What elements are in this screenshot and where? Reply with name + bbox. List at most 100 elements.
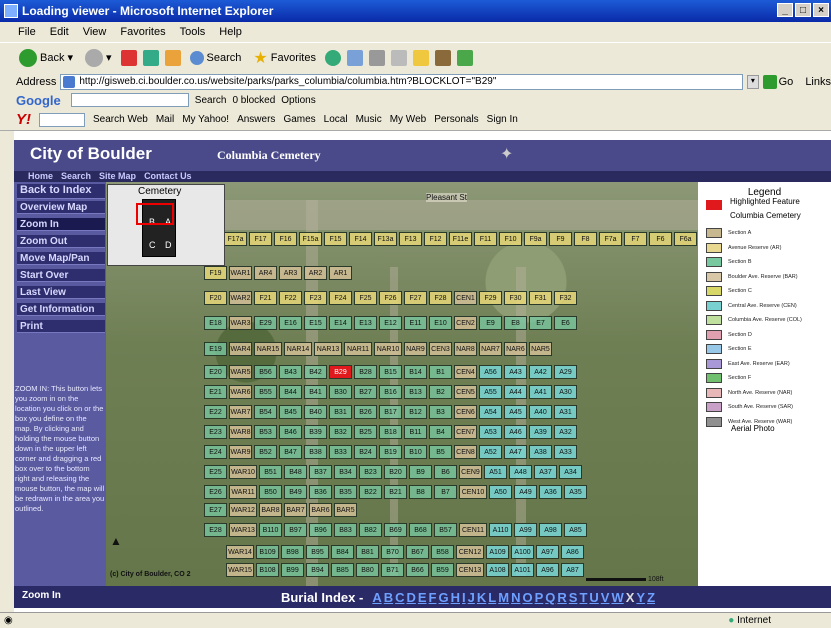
plot-b96[interactable]: B96	[309, 523, 332, 537]
plot-cen7[interactable]: CEN7	[454, 425, 477, 439]
plot-f7a[interactable]: F7a	[599, 232, 622, 246]
plot-cen10[interactable]: CEN10	[459, 485, 487, 499]
plot-cen5[interactable]: CEN5	[454, 385, 477, 399]
plot-a100[interactable]: A100	[511, 545, 534, 559]
plot-b39[interactable]: B39	[304, 425, 327, 439]
plot-b11[interactable]: B11	[404, 425, 427, 439]
plot-a41[interactable]: A41	[529, 385, 552, 399]
links-button[interactable]: Links	[805, 76, 831, 88]
plot-a34[interactable]: A34	[559, 465, 582, 479]
plot-nar10[interactable]: NAR10	[374, 342, 402, 356]
plot-b31[interactable]: B31	[329, 405, 352, 419]
plot-b98[interactable]: B98	[281, 545, 304, 559]
plot-b84[interactable]: B84	[331, 545, 354, 559]
plot-ar4[interactable]: AR4	[254, 266, 277, 280]
plot-b44[interactable]: B44	[279, 385, 302, 399]
plot-b109[interactable]: B109	[256, 545, 279, 559]
plot-b94[interactable]: B94	[306, 563, 329, 577]
plot-cen6[interactable]: CEN6	[454, 405, 477, 419]
plot-f26[interactable]: F26	[379, 291, 402, 305]
home-icon[interactable]	[164, 49, 181, 66]
plot-b41[interactable]: B41	[304, 385, 327, 399]
plot-e24[interactable]: E24	[204, 445, 227, 459]
plot-e26[interactable]: E26	[204, 485, 227, 499]
plot-b35[interactable]: B35	[334, 485, 357, 499]
plot-a96[interactable]: A96	[536, 563, 559, 577]
plot-f24[interactable]: F24	[329, 291, 352, 305]
back-button[interactable]: Back ▾	[16, 47, 76, 69]
plot-e6[interactable]: E6	[554, 316, 577, 330]
print-button[interactable]: Print	[17, 320, 105, 333]
plot-a55[interactable]: A55	[479, 385, 502, 399]
yahoo-logo[interactable]: Y!	[16, 111, 31, 128]
plot-b17[interactable]: B17	[379, 405, 402, 419]
plot-e20[interactable]: E20	[204, 365, 227, 379]
plot-b46[interactable]: B46	[279, 425, 302, 439]
plot-a53[interactable]: A53	[479, 425, 502, 439]
plot-nar7[interactable]: NAR7	[479, 342, 502, 356]
plot-b42[interactable]: B42	[304, 365, 327, 379]
menu-favorites[interactable]: Favorites	[120, 26, 165, 38]
plot-f19[interactable]: F19	[204, 266, 227, 280]
yahoo-sign-in[interactable]: Sign In	[487, 114, 518, 125]
plot-b97[interactable]: B97	[284, 523, 307, 537]
plot-a109[interactable]: A109	[486, 545, 509, 559]
plot-war6[interactable]: WAR6	[229, 385, 252, 399]
plot-war14[interactable]: WAR14	[226, 545, 254, 559]
research-icon[interactable]	[434, 49, 451, 66]
plot-f20[interactable]: F20	[204, 291, 227, 305]
media-icon[interactable]	[324, 49, 341, 66]
plot-b56[interactable]: B56	[254, 365, 277, 379]
plot-nar5[interactable]: NAR5	[529, 342, 552, 356]
plot-b38[interactable]: B38	[304, 445, 327, 459]
plot-b50[interactable]: B50	[259, 485, 282, 499]
plot-f6a[interactable]: F6a	[674, 232, 697, 246]
plot-b25[interactable]: B25	[354, 425, 377, 439]
plot-ar1[interactable]: AR1	[329, 266, 352, 280]
plot-a37[interactable]: A37	[534, 465, 557, 479]
plot-a108[interactable]: A108	[486, 563, 509, 577]
plot-war5[interactable]: WAR5	[229, 365, 252, 379]
plot-e18[interactable]: E18	[204, 316, 227, 330]
plot-f8[interactable]: F8	[574, 232, 597, 246]
plot-nar6[interactable]: NAR6	[504, 342, 527, 356]
plot-war2[interactable]: WAR2	[229, 291, 252, 305]
plot-cen13[interactable]: CEN13	[456, 563, 484, 577]
nav-contact-us[interactable]: Contact Us	[144, 171, 192, 182]
plot-b81[interactable]: B81	[356, 545, 379, 559]
plot-nar11[interactable]: NAR11	[344, 342, 372, 356]
plot-b80[interactable]: B80	[356, 563, 379, 577]
menu-view[interactable]: View	[83, 26, 107, 38]
plot-a30[interactable]: A30	[554, 385, 577, 399]
plot-a38[interactable]: A38	[529, 445, 552, 459]
burial-letter-o[interactable]: O	[522, 590, 532, 605]
move-map-pan-button[interactable]: Move Map/Pan	[17, 252, 105, 265]
plot-a47[interactable]: A47	[504, 445, 527, 459]
plot-b8[interactable]: B8	[409, 485, 432, 499]
plot-bar6[interactable]: BAR6	[309, 503, 332, 517]
menu-help[interactable]: Help	[219, 26, 242, 38]
overview-map[interactable]: Cemetery B A C D	[107, 184, 225, 266]
plot-b22[interactable]: B22	[359, 485, 382, 499]
burial-letter-l[interactable]: L	[488, 590, 496, 605]
plot-a52[interactable]: A52	[479, 445, 502, 459]
maximize-button[interactable]: □	[795, 3, 811, 17]
plot-e14[interactable]: E14	[329, 316, 352, 330]
plot-a40[interactable]: A40	[529, 405, 552, 419]
plot-war12[interactable]: WAR12	[229, 503, 257, 517]
plot-b53[interactable]: B53	[254, 425, 277, 439]
plot-b71[interactable]: B71	[381, 563, 404, 577]
plot-b45[interactable]: B45	[279, 405, 302, 419]
google-search-input[interactable]	[70, 93, 189, 107]
yahoo-local[interactable]: Local	[324, 114, 348, 125]
burial-letter-s[interactable]: S	[569, 590, 578, 605]
plot-cen11[interactable]: CEN11	[459, 523, 487, 537]
plot-f12[interactable]: F12	[424, 232, 447, 246]
stop-icon[interactable]	[120, 49, 137, 66]
plot-b48[interactable]: B48	[284, 465, 307, 479]
burial-letter-f[interactable]: F	[429, 590, 437, 605]
burial-letter-h[interactable]: H	[451, 590, 460, 605]
plot-b16[interactable]: B16	[379, 385, 402, 399]
plot-cen8[interactable]: CEN8	[454, 445, 477, 459]
burial-letter-d[interactable]: D	[406, 590, 415, 605]
